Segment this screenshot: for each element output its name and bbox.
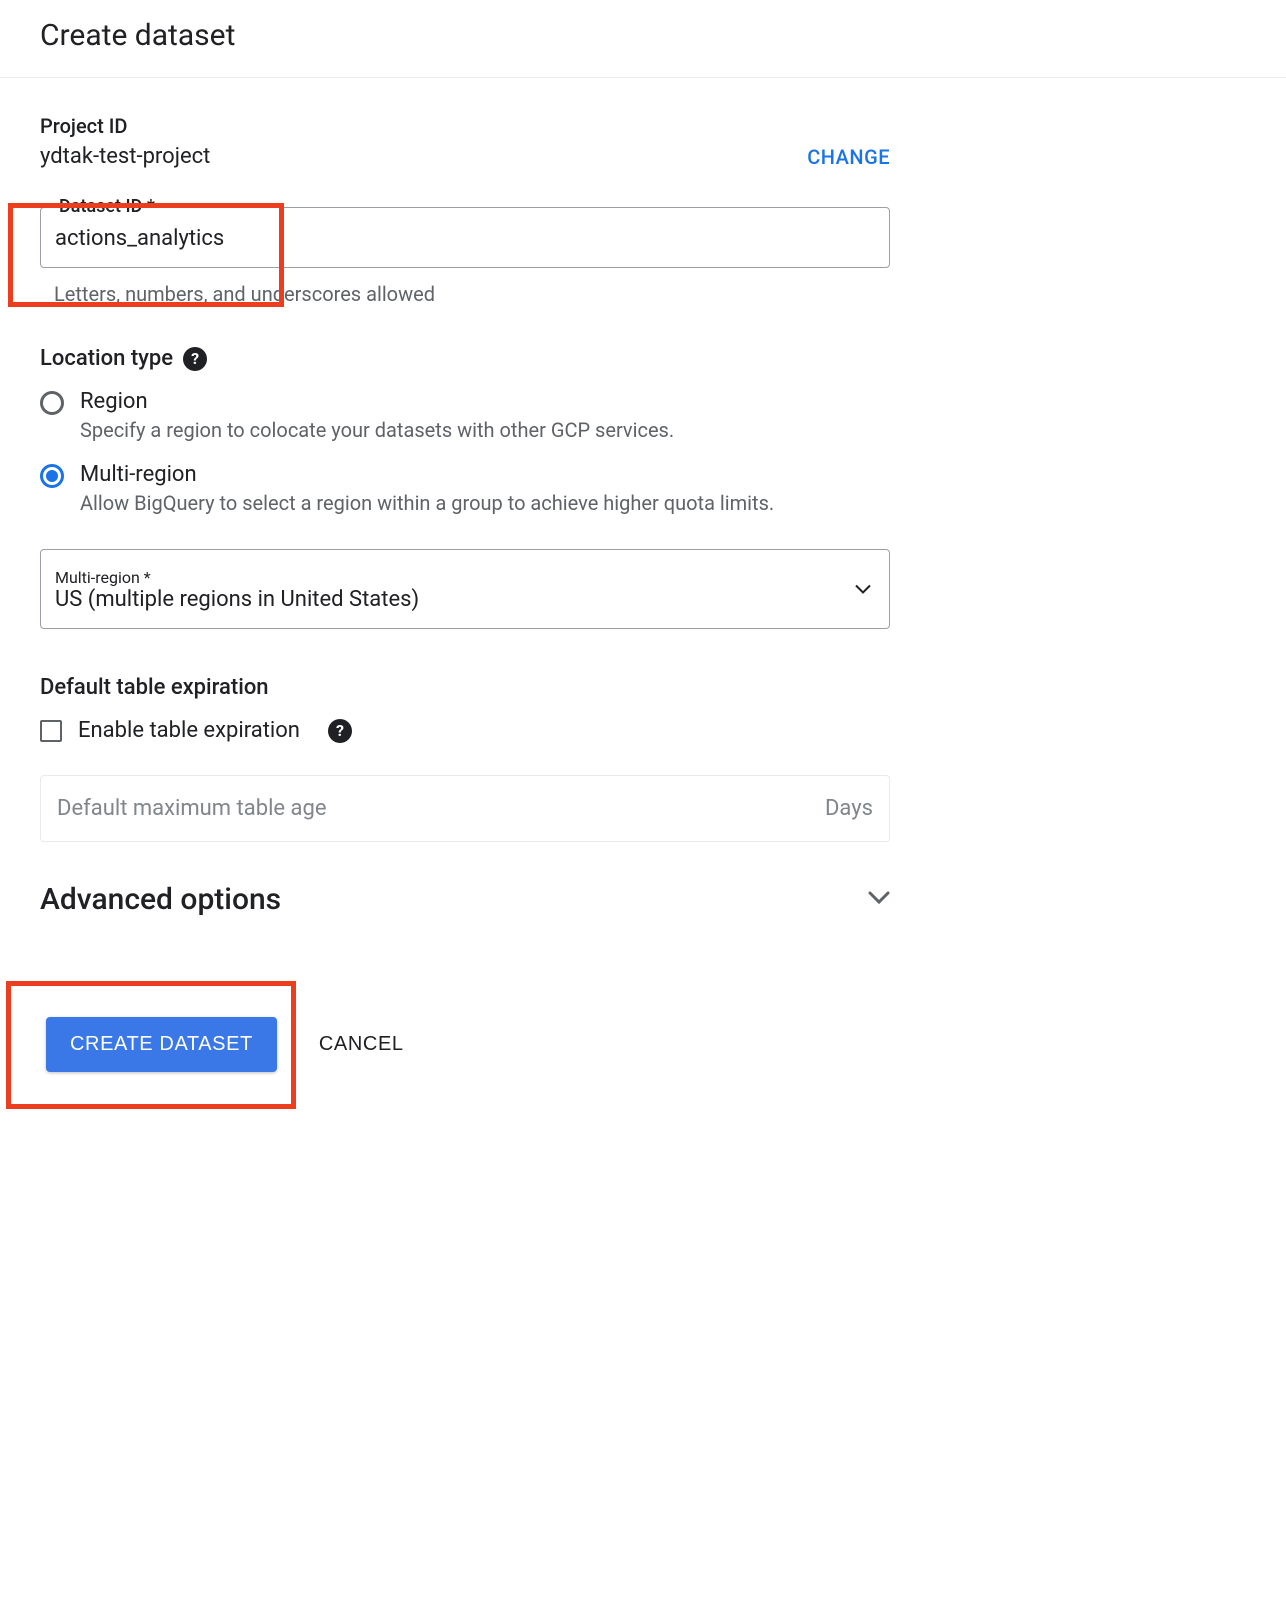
enable-expiration-checkbox[interactable] [40,720,62,742]
change-project-button[interactable]: CHANGE [807,145,890,169]
radio-icon [40,464,64,488]
enable-expiration-row[interactable]: Enable table expiration ? [40,718,890,743]
help-icon[interactable]: ? [328,719,352,743]
location-type-heading: Location type ? [40,346,890,371]
multi-region-select[interactable]: Multi-region * US (multiple regions in U… [40,549,890,629]
radio-region[interactable]: Region Specify a region to colocate your… [40,389,890,442]
project-id-label: Project ID [40,114,210,138]
location-type-label: Location type [40,346,173,371]
create-dataset-button[interactable]: CREATE DATASET [46,1017,277,1072]
cancel-button[interactable]: CANCEL [319,1033,404,1056]
advanced-options-label: Advanced options [40,882,281,917]
enable-expiration-label: Enable table expiration [78,718,300,743]
dataset-id-input[interactable] [55,226,875,251]
chevron-down-icon [868,890,890,909]
radio-region-description: Specify a region to colocate your datase… [80,418,674,442]
radio-region-label: Region [80,389,674,414]
form-content: Project ID ydtak-test-project CHANGE Dat… [0,78,930,1112]
advanced-options-toggle[interactable]: Advanced options [40,882,890,917]
footer-actions: CREATE DATASET CANCEL [40,1017,890,1072]
multi-region-value: US (multiple regions in United States) [55,587,875,612]
max-table-age-placeholder: Default maximum table age [57,796,327,821]
radio-multi-region-description: Allow BigQuery to select a region within… [80,491,774,515]
max-table-age-unit: Days [825,796,873,821]
dataset-id-helper: Letters, numbers, and underscores allowe… [40,282,890,306]
project-id-value: ydtak-test-project [40,144,210,169]
radio-multi-region[interactable]: Multi-region Allow BigQuery to select a … [40,462,890,515]
help-icon[interactable]: ? [183,347,207,371]
default-expiration-label: Default table expiration [40,675,269,700]
project-id-row: Project ID ydtak-test-project CHANGE [40,114,890,169]
dataset-id-field[interactable]: Dataset ID * [40,207,890,268]
page-header: Create dataset [0,0,1286,78]
radio-multi-region-label: Multi-region [80,462,774,487]
default-expiration-heading: Default table expiration [40,675,890,700]
multi-region-label: Multi-region * [55,568,151,587]
page-title: Create dataset [40,18,1246,53]
max-table-age-field: Default maximum table age Days [40,775,890,842]
dataset-id-label: Dataset ID * [53,196,161,217]
radio-icon [40,391,64,415]
chevron-down-icon [855,580,871,599]
